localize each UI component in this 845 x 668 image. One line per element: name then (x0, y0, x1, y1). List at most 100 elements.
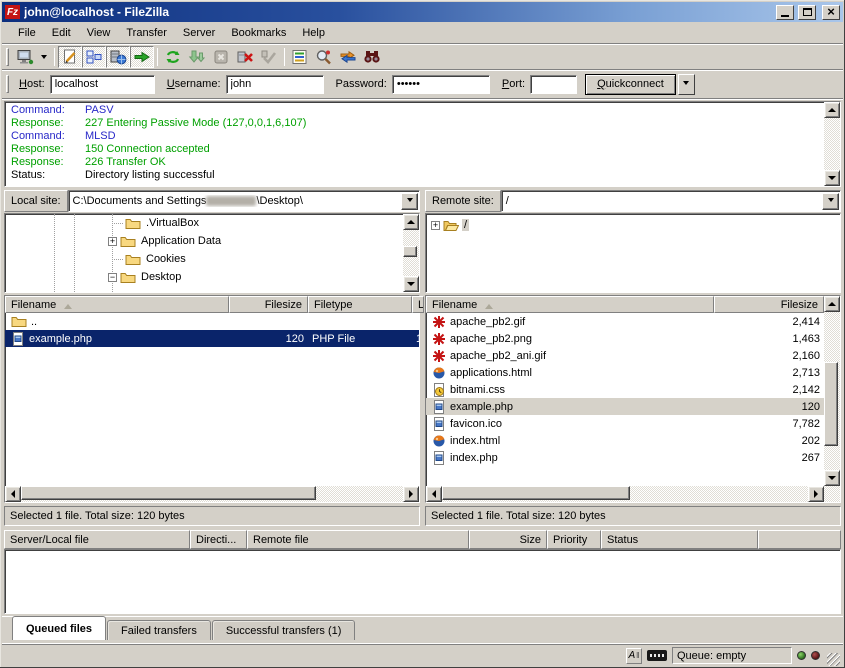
scroll-down-button[interactable] (824, 470, 840, 486)
menu-edit[interactable]: Edit (44, 24, 79, 42)
remote-treeview-toggle-button[interactable] (106, 46, 130, 68)
scroll-up-button[interactable] (403, 214, 419, 230)
scroll-thumb[interactable] (442, 486, 630, 500)
refresh-button[interactable] (161, 46, 185, 68)
find-files-button[interactable] (360, 46, 384, 68)
file-row[interactable]: bitnami.css 2,142 (426, 381, 824, 398)
scroll-thumb[interactable] (21, 486, 316, 500)
disconnect-button[interactable] (233, 46, 257, 68)
tab-queued-files[interactable]: Queued files (12, 616, 106, 640)
tree-item-cookies[interactable]: Cookies (112, 250, 188, 268)
menu-help[interactable]: Help (294, 24, 333, 42)
scroll-thumb[interactable] (824, 362, 838, 446)
column-header-server-local-file[interactable]: Server/Local file (4, 530, 190, 549)
synchronized-browsing-button[interactable] (336, 46, 360, 68)
queue-body[interactable] (4, 549, 841, 614)
column-header-size[interactable]: Size (469, 530, 547, 549)
column-header-status[interactable]: Status (601, 530, 758, 549)
speed-limit-icon[interactable] (647, 650, 667, 661)
expand-plus-icon[interactable] (431, 221, 440, 230)
resize-grip[interactable] (827, 653, 840, 666)
remote-site-dropdown-button[interactable] (822, 193, 839, 210)
maximize-button[interactable] (798, 5, 816, 20)
cancel-button[interactable] (209, 46, 233, 68)
file-row[interactable]: favicon.ico 7,782 (426, 415, 824, 432)
scroll-track[interactable] (824, 118, 840, 170)
transfer-type-indicator[interactable]: A‖ (626, 648, 642, 664)
column-header-direction[interactable]: Directi... (190, 530, 247, 549)
process-queue-button[interactable] (185, 46, 209, 68)
directory-filters-button[interactable] (288, 46, 312, 68)
scroll-track[interactable] (824, 312, 840, 470)
directory-comparison-button[interactable] (312, 46, 336, 68)
column-header-filesize[interactable]: Filesize (714, 296, 824, 313)
remote-horizontal-scrollbar[interactable] (426, 486, 824, 502)
quickconnect-dropdown-button[interactable] (678, 74, 695, 95)
scroll-track[interactable] (403, 230, 419, 276)
tab-successful-transfers[interactable]: Successful transfers (1) (212, 620, 356, 640)
scroll-right-button[interactable] (808, 486, 824, 502)
tree-item-root[interactable]: / (431, 216, 469, 234)
column-header-priority[interactable]: Priority (547, 530, 601, 549)
file-row-parent-dir[interactable]: .. (5, 313, 419, 330)
file-row-selected[interactable]: example.php 120 (426, 398, 824, 415)
scroll-up-button[interactable] (824, 102, 840, 118)
scroll-left-button[interactable] (426, 486, 442, 502)
local-tree-scrollbar[interactable] (403, 214, 419, 292)
message-log-toggle-button[interactable] (58, 46, 82, 68)
username-input[interactable] (226, 75, 324, 94)
menu-bookmarks[interactable]: Bookmarks (223, 24, 294, 42)
file-row[interactable]: applications.html 2,713 (426, 364, 824, 381)
close-button[interactable] (822, 5, 840, 20)
transfer-queue-toggle-button[interactable] (130, 46, 154, 68)
tree-item-application-data[interactable]: Application Data (108, 232, 223, 250)
local-site-dropdown-button[interactable] (401, 193, 418, 210)
site-manager-dropdown-button[interactable] (37, 46, 51, 68)
scroll-right-button[interactable] (403, 486, 419, 502)
menu-file[interactable]: File (10, 24, 44, 42)
quickconnect-grip[interactable] (6, 75, 9, 93)
remote-site-path[interactable]: / (502, 195, 821, 207)
column-header-remote-file[interactable]: Remote file (247, 530, 469, 549)
expand-plus-icon[interactable] (108, 237, 117, 246)
tab-failed-transfers[interactable]: Failed transfers (107, 620, 211, 640)
local-site-path[interactable]: C:\Documents and Settings\Desktop\ (69, 195, 400, 207)
menu-transfer[interactable]: Transfer (118, 24, 175, 42)
host-input[interactable] (50, 75, 155, 94)
quickconnect-button[interactable]: Quickconnect (585, 74, 676, 95)
minimize-button[interactable] (776, 5, 794, 20)
remote-vertical-scrollbar[interactable] (824, 296, 840, 502)
local-treeview-toggle-button[interactable] (82, 46, 106, 68)
local-horizontal-scrollbar[interactable] (5, 486, 419, 502)
local-site-combo[interactable]: C:\Documents and Settings\Desktop\ (68, 190, 420, 212)
file-row[interactable]: index.php 267 (426, 449, 824, 466)
scroll-left-button[interactable] (5, 486, 21, 502)
file-row[interactable]: apache_pb2_ani.gif 2,160 (426, 347, 824, 364)
scroll-track[interactable] (442, 486, 808, 502)
file-row[interactable]: index.html 202 (426, 432, 824, 449)
tree-item-desktop[interactable]: Desktop (108, 268, 183, 286)
log-scrollbar[interactable] (824, 102, 840, 186)
port-input[interactable] (530, 75, 577, 94)
remote-site-combo[interactable]: / (501, 190, 841, 212)
scroll-track[interactable] (21, 486, 403, 502)
menu-server[interactable]: Server (175, 24, 223, 42)
password-input[interactable] (392, 75, 490, 94)
menu-view[interactable]: View (79, 24, 119, 42)
scroll-down-button[interactable] (403, 276, 419, 292)
site-manager-button[interactable] (13, 46, 37, 68)
column-header-filename[interactable]: Filename (5, 296, 229, 313)
scroll-down-button[interactable] (824, 170, 840, 186)
reconnect-button[interactable] (257, 46, 281, 68)
file-row-example-php[interactable]: example.php 120 PHP File 1 (5, 330, 419, 347)
scroll-up-button[interactable] (824, 296, 840, 312)
tree-item-virtualbox[interactable]: .VirtualBox (112, 214, 201, 232)
toolbar-grip[interactable] (6, 48, 9, 66)
column-header-filesize[interactable]: Filesize (229, 296, 308, 313)
expand-minus-icon[interactable] (108, 273, 117, 282)
scroll-thumb[interactable] (403, 246, 417, 257)
file-row[interactable]: apache_pb2.png 1,463 (426, 330, 824, 347)
column-header-filename[interactable]: Filename (426, 296, 714, 313)
column-header-filetype[interactable]: Filetype (308, 296, 412, 313)
file-row[interactable]: apache_pb2.gif 2,414 (426, 313, 824, 330)
